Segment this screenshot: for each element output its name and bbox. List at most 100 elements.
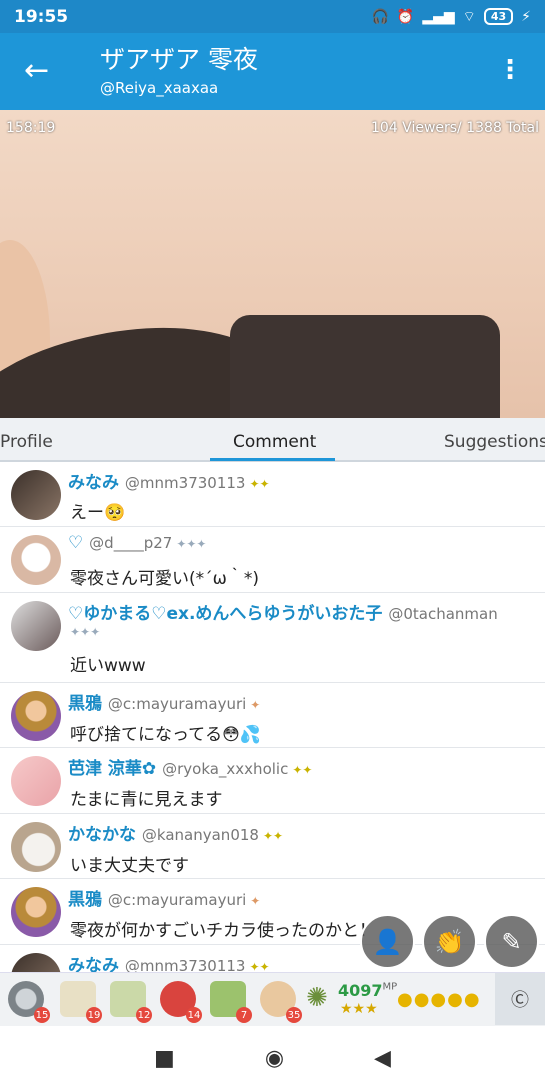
points-value: 4097MP	[338, 981, 397, 1000]
app-bar: ← ザアザア 零夜 @Reiya_xaaxaa ⋮	[0, 33, 545, 110]
status-icons: 🎧 ⏰ ▂▄▆ ⌔ 43 ⚡	[371, 8, 531, 26]
badge-icon: ✦✦	[262, 829, 284, 843]
comment-text: 零夜さん可愛い(*´ω｀*)	[70, 569, 260, 589]
page-title: ザアザア 零夜	[100, 45, 258, 74]
list-item: みなみ @mnm3730113 ✦✦ えー🥺	[0, 462, 545, 527]
comment-author[interactable]: みなみ @mnm3730113 ✦✦	[68, 951, 270, 972]
comment-text: いま大丈夫です	[70, 856, 189, 876]
comment-author[interactable]: かなかな @kananyan018 ✦✦	[68, 820, 283, 845]
comment-author[interactable]: 芭津 涼華✿ @ryoka_xxxholic ✦✦	[68, 754, 312, 779]
rank-stars: ★★★	[340, 1001, 378, 1017]
wifi-icon: ⌔	[462, 8, 476, 25]
avatar[interactable]	[11, 691, 61, 741]
status-time: 19:55	[14, 6, 69, 27]
points-unit: MP	[382, 981, 398, 993]
home-icon[interactable]: ◉	[265, 1046, 284, 1071]
tab-suggestions[interactable]: Suggestions	[444, 432, 545, 452]
list-item: かなかな @kananyan018 ✦✦ いま大丈夫です	[0, 814, 545, 879]
live-video-player[interactable]: 158:19 104 Viewers/ 1388 Total	[0, 110, 545, 418]
avatar[interactable]	[11, 756, 61, 806]
tea-100-gift-icon[interactable]: 19	[60, 981, 102, 1023]
coin-gift-icon[interactable]: 15	[8, 981, 50, 1023]
gift-count: 14	[186, 1007, 202, 1023]
avatar[interactable]	[11, 535, 61, 585]
clap-gift-icon[interactable]: 35	[260, 981, 302, 1023]
write-comment-button[interactable]: ✎	[484, 914, 539, 969]
badge-icon: ✦✦	[292, 763, 313, 777]
comment-author[interactable]: みなみ @mnm3730113 ✦✦	[68, 468, 270, 493]
comment-author[interactable]: ♡ゆかまる♡ex.めんへらゆうがいおた子 @0tachanman	[68, 599, 498, 624]
gift-bar: 15 19 12 14 7 35 ✺ 4097MP ★★★ ●●●●● Ⓒ	[0, 972, 545, 1026]
comment-text: 呼び捨てになってる😳💦	[70, 725, 262, 745]
pencil-icon: ✎	[501, 927, 522, 956]
author-name: みなみ	[68, 956, 119, 972]
system-nav-bar: ■ ◉ ◀	[0, 1026, 545, 1090]
badge-icon: ✦	[250, 894, 261, 908]
list-item: ♡ @d____p27 ✦✦✦ 零夜さん可愛い(*´ω｀*)	[0, 527, 545, 593]
list-item: ♡ゆかまる♡ex.めんへらゆうがいおた子 @0tachanman ✦✦✦ 近いw…	[0, 593, 545, 683]
author-id: @c:mayuramayuri	[107, 891, 247, 909]
signal-icon: ▂▄▆	[422, 8, 455, 25]
status-bar: 19:55 🎧 ⏰ ▂▄▆ ⌔ 43 ⚡	[0, 0, 545, 33]
headphones-icon: 🎧	[371, 8, 389, 25]
battery-indicator: 43	[483, 8, 514, 25]
back-icon[interactable]: ◀	[374, 1046, 391, 1071]
comment-text: えー🥺	[70, 503, 126, 523]
tea-50-gift-icon[interactable]: 12	[110, 981, 152, 1023]
badge-icon: ✦	[250, 698, 261, 712]
broadcaster-handle: @Reiya_xaaxaa	[100, 79, 219, 97]
more-menu-icon[interactable]: ⋮	[497, 55, 523, 85]
tab-bar: Profile Comment Suggestions	[0, 418, 545, 462]
author-name: 芭津 涼華	[68, 759, 142, 779]
badge-icon: ✦✦	[249, 960, 270, 972]
author-id: @c:mayuramayuri	[107, 695, 247, 713]
coins-indicator: ●●●●●	[397, 989, 481, 1010]
author-name: 黒鴉	[68, 890, 102, 910]
avatar[interactable]	[11, 822, 61, 872]
meat-gift-icon[interactable]: 14	[160, 981, 202, 1023]
elapsed-time: 158:19	[6, 120, 56, 136]
charging-icon: ⚡	[521, 8, 531, 25]
comment-author[interactable]: 黒鴉 @c:mayuramayuri ✦	[68, 885, 260, 910]
comment-author[interactable]: ♡ @d____p27 ✦✦✦	[68, 533, 206, 553]
active-tab-indicator	[210, 458, 335, 461]
back-arrow-icon[interactable]: ←	[24, 53, 49, 89]
gift-count: 35	[286, 1007, 302, 1023]
author-name: ♡	[68, 533, 84, 553]
alarm-icon: ⏰	[396, 8, 415, 25]
badge-icon: ✦✦✦	[70, 625, 101, 639]
author-id: @mnm3730113	[124, 957, 246, 972]
recent-apps-icon[interactable]: ■	[154, 1046, 175, 1071]
user-check-icon: 👤	[372, 927, 403, 956]
comment-list[interactable]: みなみ @mnm3730113 ✦✦ えー🥺 ♡ @d____p27 ✦✦✦ 零夜さ…	[0, 462, 545, 972]
avatar[interactable]	[11, 470, 61, 520]
badge-icon: ✦✦	[249, 477, 270, 491]
gift-count: 12	[136, 1007, 152, 1023]
tea-10-gift-icon[interactable]: 7	[210, 981, 252, 1023]
avatar[interactable]	[11, 953, 61, 972]
author-id: @ryoka_xxxholic	[162, 760, 289, 778]
author-name: かなかな	[68, 825, 136, 845]
author-name: ♡ゆかまる♡ex.めんへらゆうがいおた子	[68, 604, 383, 624]
clap-icon: 👏	[434, 927, 465, 956]
clap-button[interactable]: 👏	[422, 914, 477, 969]
tab-profile[interactable]: Profile	[0, 432, 53, 452]
badge-icon: ✦✦✦	[176, 537, 207, 551]
tab-comment[interactable]: Comment	[233, 432, 316, 452]
currency-button[interactable]: Ⓒ	[495, 973, 545, 1025]
viewer-count: 104 Viewers/ 1388 Total	[371, 120, 539, 136]
author-name: 黒鴉	[68, 694, 102, 714]
currency-icon: Ⓒ	[511, 990, 529, 1011]
author-id: @kananyan018	[141, 826, 259, 844]
comment-text: 近いwww	[70, 656, 146, 676]
medal-icon: ✺	[306, 983, 328, 1013]
author-id: @d____p27	[89, 534, 173, 552]
author-id: @mnm3730113	[124, 474, 246, 492]
gift-count: 7	[236, 1007, 252, 1023]
avatar[interactable]	[11, 601, 61, 651]
avatar[interactable]	[11, 887, 61, 937]
points-number: 4097	[338, 981, 383, 1000]
broadcaster-info: ザアザア 零夜 @Reiya_xaaxaa	[100, 45, 258, 97]
comment-author[interactable]: 黒鴉 @c:mayuramayuri ✦	[68, 689, 260, 714]
follow-user-button[interactable]: 👤	[360, 914, 415, 969]
